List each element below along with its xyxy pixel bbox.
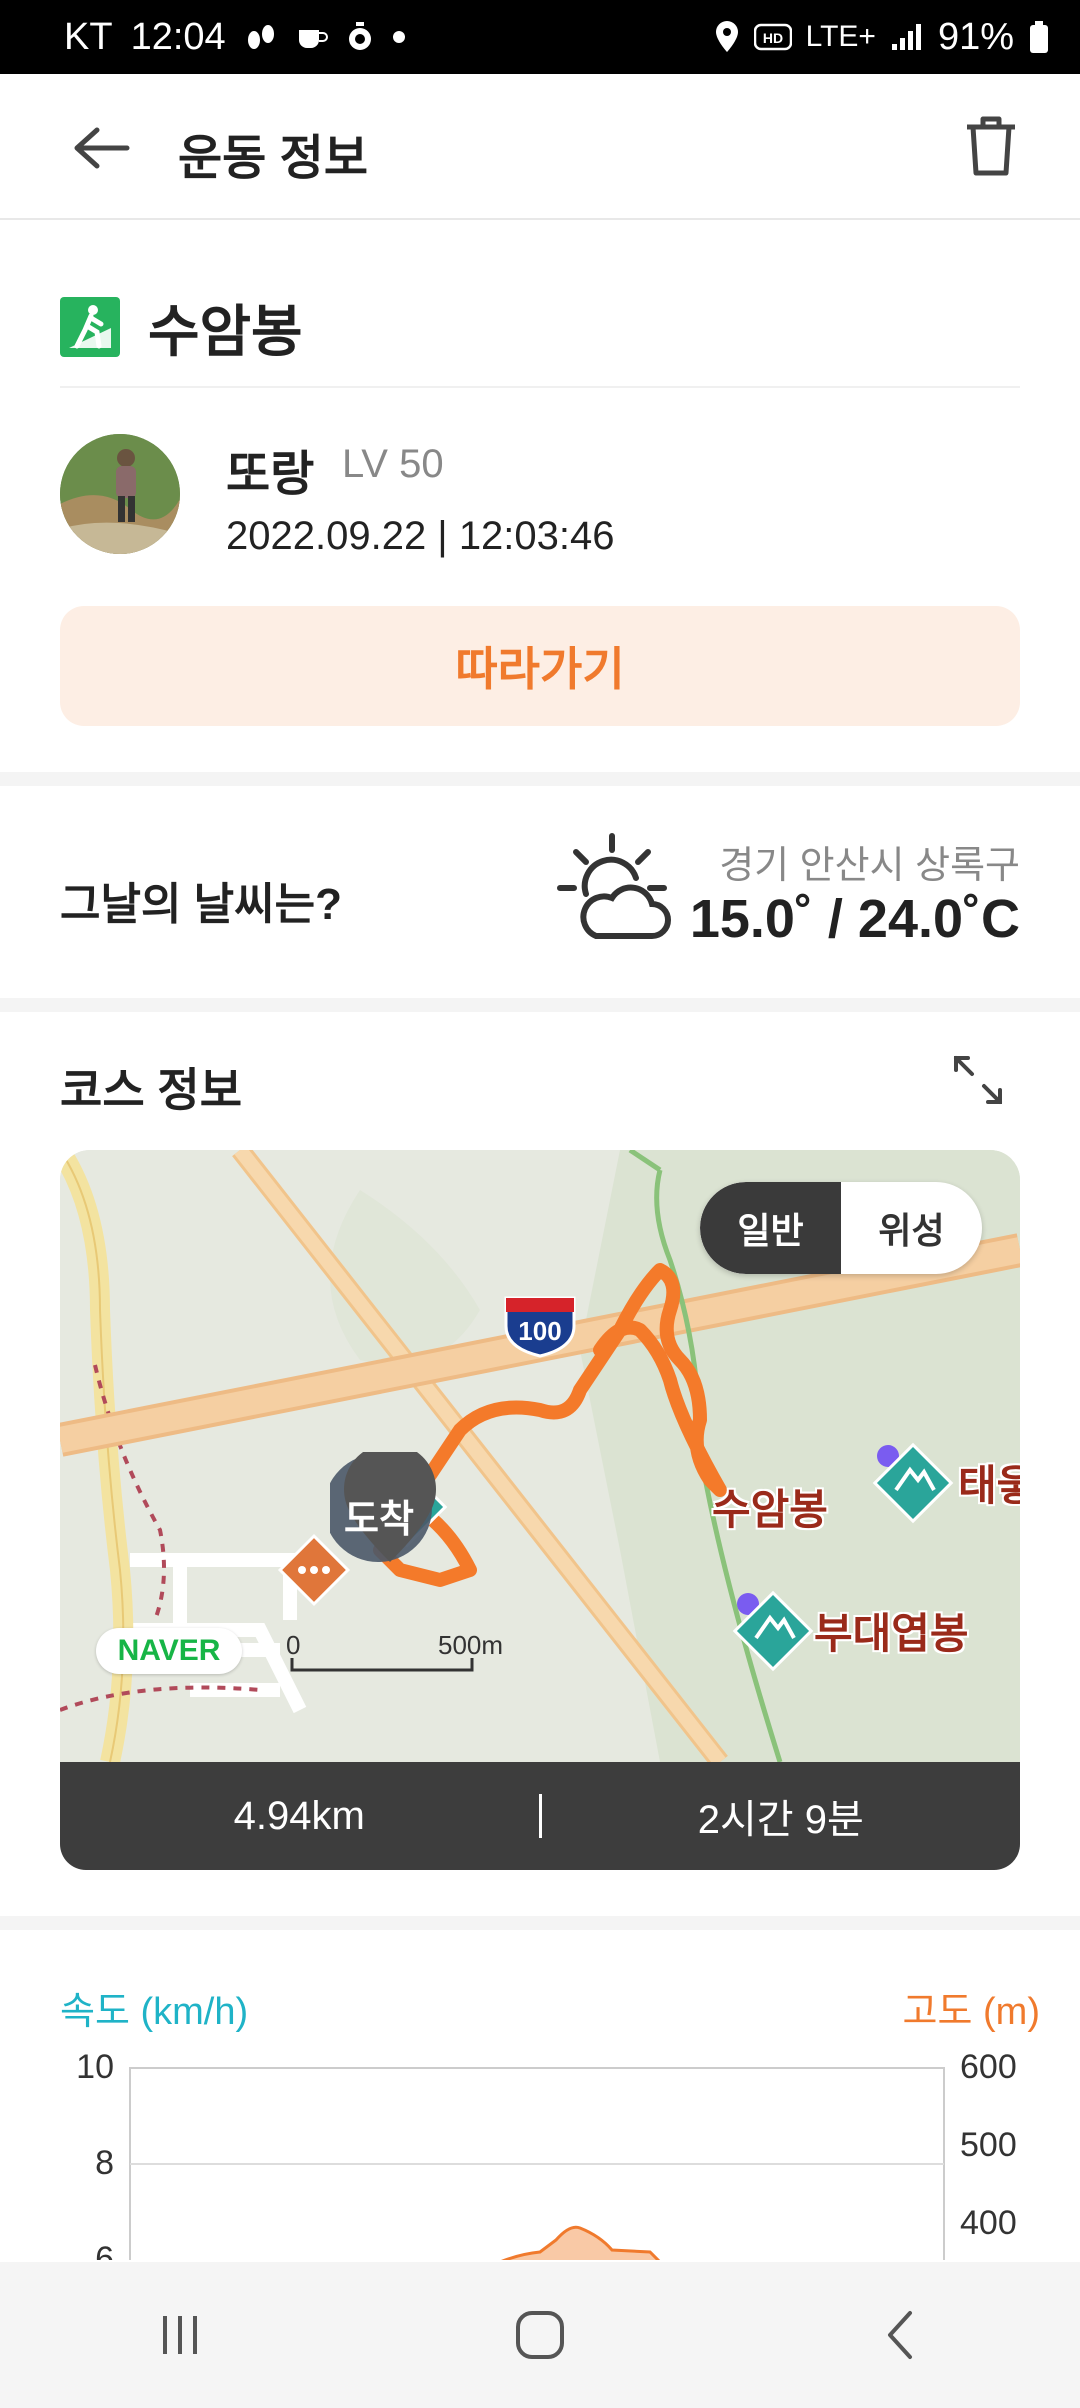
peak-label[interactable]: 수암봉 bbox=[712, 1476, 828, 1537]
section-divider bbox=[0, 1916, 1080, 1930]
activity-header: 수암봉 bbox=[60, 268, 1020, 388]
system-nav-bar bbox=[0, 2262, 1080, 2408]
altitude-tick: 400 bbox=[960, 2204, 1017, 2242]
course-map[interactable]: 100 도착 수암봉 부대엽봉 태읗 일반 위성 NAVER 0 500m bbox=[60, 1150, 1020, 1762]
status-bar: KT 12:04 HD LTE+ 91% bbox=[0, 0, 1080, 74]
nav-back-icon[interactable] bbox=[840, 2285, 960, 2385]
page-title: 운동 정보 bbox=[178, 132, 368, 185]
scale-start: 0 bbox=[286, 1630, 301, 1660]
recents-icon[interactable] bbox=[120, 2285, 240, 2385]
altitude-tick: 600 bbox=[960, 2048, 1017, 2086]
carrier: KT bbox=[64, 15, 113, 58]
peak-label[interactable]: 태읗 bbox=[958, 1452, 1020, 1513]
footprint-icon bbox=[244, 22, 278, 52]
speed-tick: 8 bbox=[95, 2144, 114, 2182]
map-type-normal[interactable]: 일반 bbox=[700, 1182, 841, 1274]
arrow-left-icon[interactable] bbox=[66, 118, 136, 178]
profile: 또랑 LV 50 2022.09.22 | 12:03:46 bbox=[60, 434, 1020, 558]
weather-temperature: 15.0˚ / 24.0˚C bbox=[689, 889, 1020, 949]
location-icon bbox=[714, 20, 740, 54]
time: 12:04 bbox=[130, 15, 226, 58]
speed-altitude-chart: 10 8 6 600 500 400 bbox=[76, 2048, 1017, 2260]
course-duration: 2시간 9분 bbox=[697, 1798, 864, 1842]
speed-axis-label: 속도 (km/h) bbox=[60, 1991, 249, 2033]
avatar[interactable] bbox=[60, 434, 180, 554]
network-type: LTE+ bbox=[805, 20, 876, 53]
dot-icon bbox=[392, 30, 406, 44]
map-type-satellite[interactable]: 위성 bbox=[841, 1182, 982, 1274]
expand-icon[interactable] bbox=[950, 1052, 1006, 1108]
weather-location: 경기 안산시 상록구 bbox=[719, 845, 1020, 887]
peak-label[interactable]: 부대엽봉 bbox=[814, 1600, 969, 1661]
partly-cloudy-icon bbox=[556, 832, 676, 952]
svg-text:100: 100 bbox=[518, 1316, 561, 1346]
altitude-axis-label: 고도 (m) bbox=[902, 1991, 1040, 2033]
course-title: 코스 정보 bbox=[60, 1064, 243, 1116]
arrival-label: 도착 bbox=[344, 1499, 414, 1541]
hd-icon: HD bbox=[753, 23, 792, 51]
section-divider bbox=[0, 772, 1080, 786]
course-distance: 4.94km bbox=[233, 1793, 365, 1838]
course-stats: 4.94km 2시간 9분 bbox=[60, 1762, 1020, 1870]
app-bar: 운동 정보 bbox=[0, 74, 1080, 220]
naver-logo: NAVER bbox=[96, 1628, 242, 1674]
follow-button[interactable]: 따라가기 bbox=[60, 606, 1020, 726]
speed-tick: 6 bbox=[95, 2240, 114, 2260]
timer-icon bbox=[346, 21, 374, 53]
altitude-tick: 500 bbox=[960, 2126, 1017, 2164]
section-divider bbox=[0, 998, 1080, 1012]
hiking-icon bbox=[60, 297, 120, 357]
map-type-toggle: 일반 위성 bbox=[700, 1182, 982, 1274]
signal-icon bbox=[890, 22, 924, 52]
activity-datetime: 2022.09.22 | 12:03:46 bbox=[226, 514, 615, 558]
cup-icon bbox=[296, 22, 328, 52]
highway-shield-icon: 100 bbox=[504, 1296, 576, 1358]
weather-question: 그날의 날씨는? bbox=[60, 880, 342, 929]
user-level: LV 50 bbox=[342, 442, 444, 486]
username: 또랑 bbox=[226, 448, 315, 501]
speed-tick: 10 bbox=[76, 2048, 114, 2086]
home-icon[interactable] bbox=[480, 2285, 600, 2385]
battery-icon bbox=[1028, 20, 1050, 54]
activity-title: 수암봉 bbox=[148, 299, 303, 363]
trash-icon[interactable] bbox=[958, 110, 1024, 182]
scale-end: 500m bbox=[438, 1630, 504, 1660]
svg-text:HD: HD bbox=[763, 30, 783, 46]
battery-percent: 91% bbox=[937, 15, 1014, 58]
